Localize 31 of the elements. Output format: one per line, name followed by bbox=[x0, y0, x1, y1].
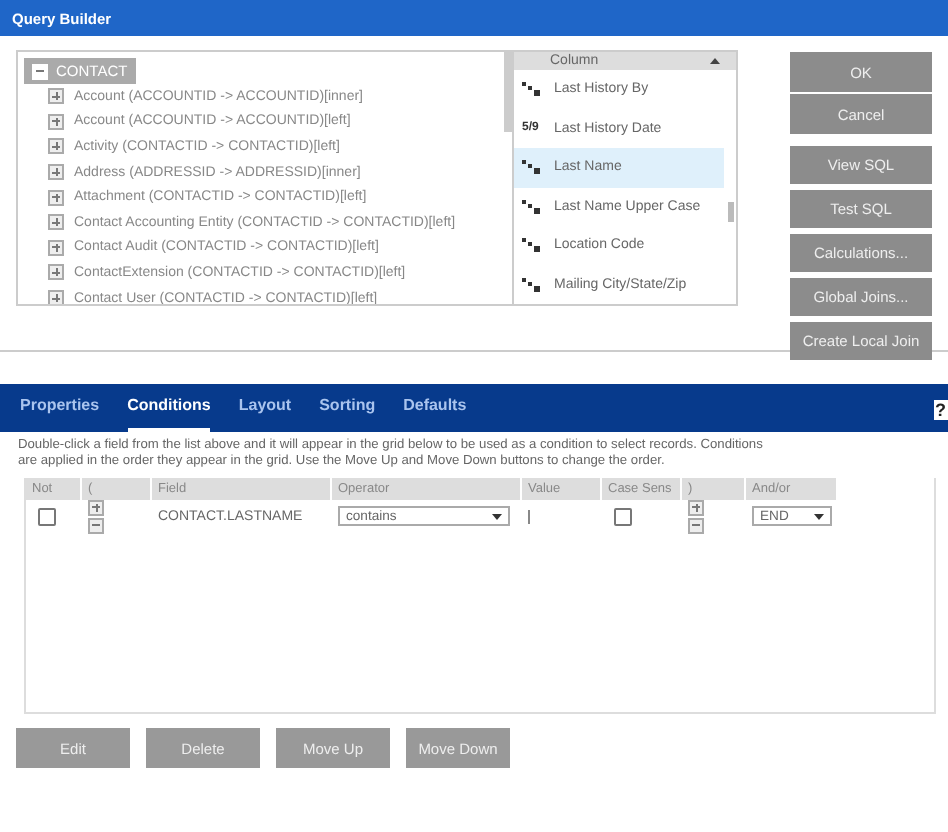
text-type-icon bbox=[522, 199, 542, 214]
checkbox[interactable] bbox=[614, 507, 632, 525]
tab[interactable]: Defaults bbox=[403, 396, 467, 432]
text-type-icon bbox=[522, 82, 542, 97]
scrollbar-thumb[interactable] bbox=[728, 202, 734, 222]
collapse-icon[interactable] bbox=[32, 63, 48, 79]
scrollbar-thumb[interactable] bbox=[504, 52, 512, 132]
expand-icon[interactable] bbox=[48, 290, 64, 304]
caret-icon bbox=[492, 513, 502, 519]
caret-icon bbox=[814, 513, 824, 519]
remove-parenthesis-icon[interactable] bbox=[688, 517, 704, 533]
remove-parenthesis-icon[interactable] bbox=[88, 517, 104, 533]
text-type-icon bbox=[522, 160, 542, 175]
help-icon[interactable]: ? bbox=[933, 400, 948, 420]
expand-icon[interactable] bbox=[48, 214, 64, 231]
tab[interactable]: Layout bbox=[238, 396, 292, 432]
expand-icon[interactable] bbox=[48, 88, 64, 105]
sort-icon bbox=[710, 58, 720, 64]
tab[interactable]: Sorting bbox=[319, 396, 376, 432]
expand-icon[interactable] bbox=[48, 113, 64, 130]
text-type-icon bbox=[522, 277, 542, 292]
expand-icon[interactable] bbox=[48, 138, 64, 155]
expand-icon[interactable] bbox=[48, 164, 64, 181]
expand-icon[interactable] bbox=[48, 264, 64, 281]
value-input-field[interactable] bbox=[528, 509, 534, 523]
checkbox[interactable] bbox=[38, 507, 56, 525]
tab[interactable]: Conditions bbox=[127, 396, 211, 432]
tab[interactable]: Properties bbox=[20, 396, 100, 432]
expand-icon[interactable] bbox=[48, 239, 64, 256]
text-type-icon bbox=[522, 238, 542, 253]
expand-icon[interactable] bbox=[48, 189, 64, 206]
